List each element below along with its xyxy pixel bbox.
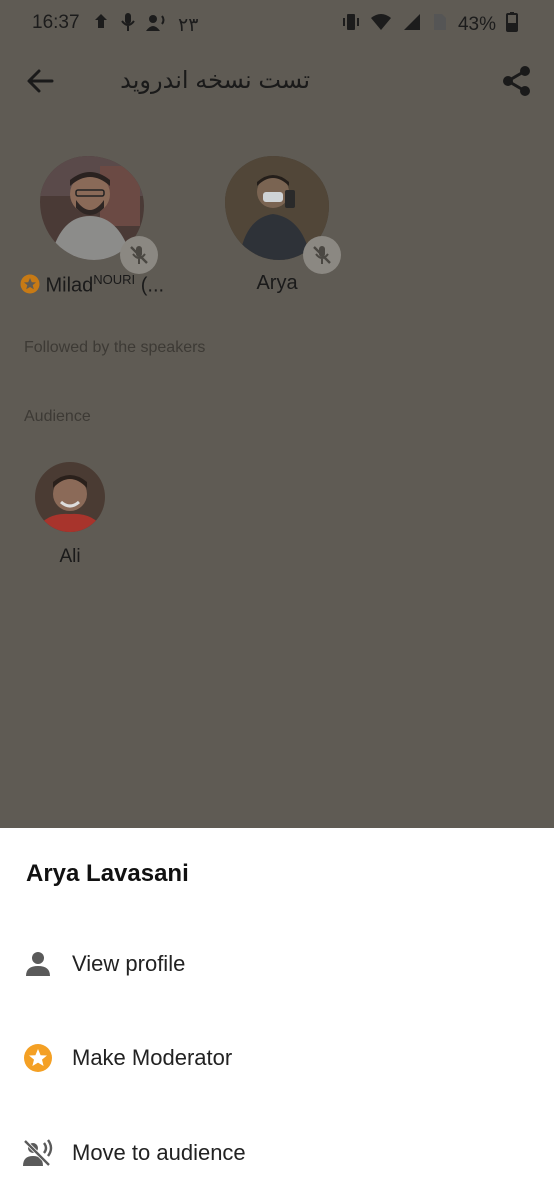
status-extra-text: ۲۳: [178, 14, 199, 36]
mic-off-icon: [130, 246, 148, 264]
speaker-tile[interactable]: MiladNOURI (...: [12, 156, 172, 300]
audience-name: Ali: [59, 546, 81, 567]
microphone-icon: [120, 12, 136, 38]
notification-icon: [92, 12, 110, 38]
no-sim-icon: [432, 12, 448, 38]
avatar: [35, 462, 105, 532]
item-label: View profile: [72, 951, 186, 976]
signal-icon: [402, 12, 422, 38]
item-label: Move to audience: [72, 1140, 246, 1165]
muted-mic-badge: [120, 236, 158, 274]
share-icon[interactable]: [500, 64, 534, 98]
speaker-name-suffix: (...: [135, 274, 165, 297]
item-label: Make Moderator: [72, 1045, 233, 1070]
muted-mic-badge: [303, 236, 341, 274]
speaker-name-sup: NOURI: [93, 272, 136, 287]
room-title: تست نسخه اندروید: [120, 67, 310, 94]
speaker-name: Arya: [256, 272, 298, 294]
status-time: 16:37: [32, 12, 80, 33]
speaker-tile[interactable]: Arya: [197, 156, 357, 295]
move-to-audience-item[interactable]: Move to audience: [0, 1123, 554, 1183]
star-badge-icon: [22, 1042, 54, 1074]
voice-chat-icon: [146, 12, 168, 38]
mic-off-icon: [313, 246, 331, 264]
audience-tile[interactable]: Ali: [14, 462, 126, 568]
moderator-star-icon: [20, 274, 40, 300]
vibrate-icon: [342, 12, 360, 38]
voice-off-icon: [22, 1137, 54, 1169]
make-moderator-item[interactable]: Make Moderator: [0, 1028, 554, 1088]
room-screen: 16:37 ۲۳ 43% تست نسخه اندروید MiladNOURI…: [0, 0, 554, 828]
status-bar: 16:37 ۲۳ 43%: [0, 0, 554, 46]
back-arrow-icon[interactable]: [24, 64, 58, 98]
wifi-icon: [370, 12, 392, 38]
battery-icon: [506, 12, 518, 38]
person-icon: [22, 948, 54, 980]
followed-section-label: Followed by the speakers: [24, 339, 206, 356]
sheet-title: Arya Lavasani: [26, 860, 189, 887]
bottom-sheet: Arya Lavasani View profile Make Moderato…: [0, 828, 554, 1200]
speaker-name-row: MiladNOURI (...: [12, 272, 172, 300]
app-bar: تست نسخه اندروید: [0, 52, 554, 110]
speaker-name: Milad: [45, 274, 94, 297]
battery-percent: 43%: [457, 14, 496, 35]
view-profile-item[interactable]: View profile: [0, 934, 554, 994]
audience-section-label: Audience: [24, 408, 91, 425]
